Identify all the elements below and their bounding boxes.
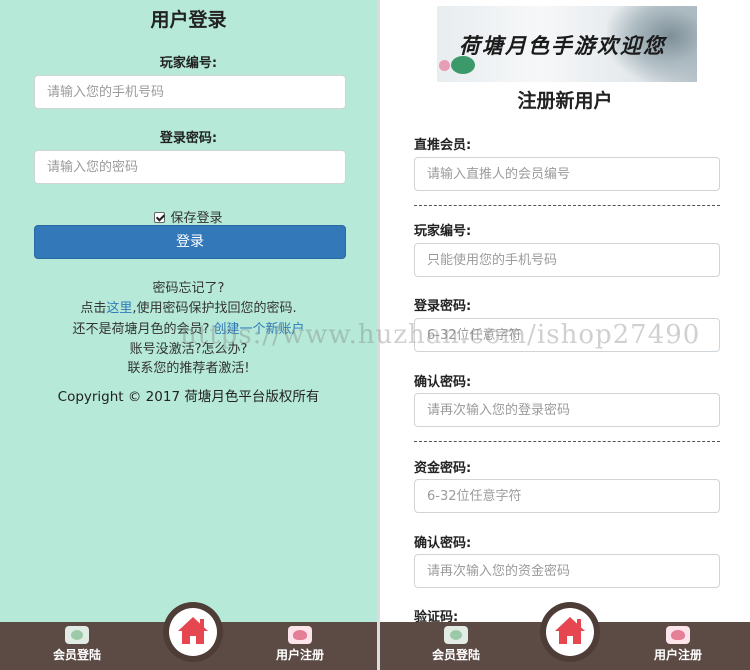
home-button[interactable] (540, 602, 600, 662)
fund-password-label: 资金密码: (414, 461, 472, 476)
nav-register-label: 用户注册 (275, 648, 324, 662)
nav-member-login[interactable]: 会员登陆 (416, 626, 496, 663)
reg-player-number-input[interactable] (414, 243, 720, 277)
nav-member-login-label: 会员登陆 (431, 648, 480, 662)
confirm-fund-password-label: 确认密码: (414, 536, 472, 551)
nav-register[interactable]: 用户注册 (638, 626, 718, 663)
home-button[interactable] (163, 602, 223, 662)
player-number-input[interactable] (34, 75, 346, 109)
create-account-line: 还不是荷塘月色的会员? 创建一个新账户 (0, 318, 377, 337)
nav-register[interactable]: 用户注册 (260, 626, 340, 663)
lotus-flower-icon (439, 60, 450, 71)
copyright-text: Copyright © 2017 荷塘月色平台版权所有 (57, 389, 320, 405)
section-divider (414, 441, 720, 442)
not-member-text: 还不是荷塘月色的会员? (72, 322, 210, 337)
player-number-label: 玩家编号: (159, 56, 218, 71)
confirm-login-password-label: 确认密码: (414, 375, 472, 390)
banner-text: 荷塘月色手游欢迎您 (459, 33, 666, 58)
forgot-password-text: 密码忘记了? (152, 281, 225, 296)
section-divider (414, 205, 720, 206)
login-title: 用户登录 (150, 9, 227, 31)
recover-suffix: ,使用密码保护找回您的密码. (132, 301, 297, 316)
not-activated-text: 账号没激活?怎么办? (129, 342, 248, 357)
register-icon (666, 626, 690, 644)
login-panel: 用户登录 玩家编号: 登录密码: 保存登录 登录 密码忘记了? 点击这里,使用密… (0, 0, 377, 670)
nav-member-login[interactable]: 会员登陆 (37, 626, 117, 663)
recover-here-link[interactable]: 这里 (106, 301, 132, 316)
create-account-link[interactable]: 创建一个新账户 (214, 322, 305, 337)
reg-login-password-label: 登录密码: (414, 299, 472, 314)
login-password-input[interactable] (34, 150, 346, 184)
remember-login[interactable]: 保存登录 (0, 207, 377, 226)
recover-line: 点击这里,使用密码保护找回您的密码. (0, 297, 377, 316)
nav-member-login-label: 会员登陆 (52, 648, 101, 662)
login-password-label: 登录密码: (159, 131, 218, 146)
register-icon (288, 626, 312, 644)
home-icon (178, 617, 208, 644)
register-title: 注册新用户 (517, 90, 613, 112)
contact-referrer-text: 联系您的推荐者激活! (127, 361, 250, 376)
remember-checkbox[interactable] (154, 212, 166, 223)
recover-prefix: 点击 (80, 301, 107, 316)
fund-password-input[interactable] (414, 479, 720, 513)
reg-player-number-label: 玩家编号: (414, 224, 472, 239)
register-panel: 荷塘月色手游欢迎您 注册新用户 直推会员: 玩家编号: 登录密码: 确认密码: … (380, 0, 750, 670)
referrer-input[interactable] (414, 157, 720, 191)
reg-login-password-input[interactable] (414, 318, 720, 352)
login-button[interactable]: 登录 (34, 225, 346, 259)
member-login-icon (65, 626, 89, 644)
welcome-banner: 荷塘月色手游欢迎您 (437, 6, 697, 82)
remember-label: 保存登录 (170, 211, 223, 226)
confirm-fund-password-input[interactable] (414, 554, 720, 588)
referrer-label: 直推会员: (414, 138, 472, 153)
home-icon (555, 617, 585, 644)
member-login-icon (444, 626, 468, 644)
nav-register-label: 用户注册 (653, 648, 702, 662)
confirm-login-password-input[interactable] (414, 393, 720, 427)
